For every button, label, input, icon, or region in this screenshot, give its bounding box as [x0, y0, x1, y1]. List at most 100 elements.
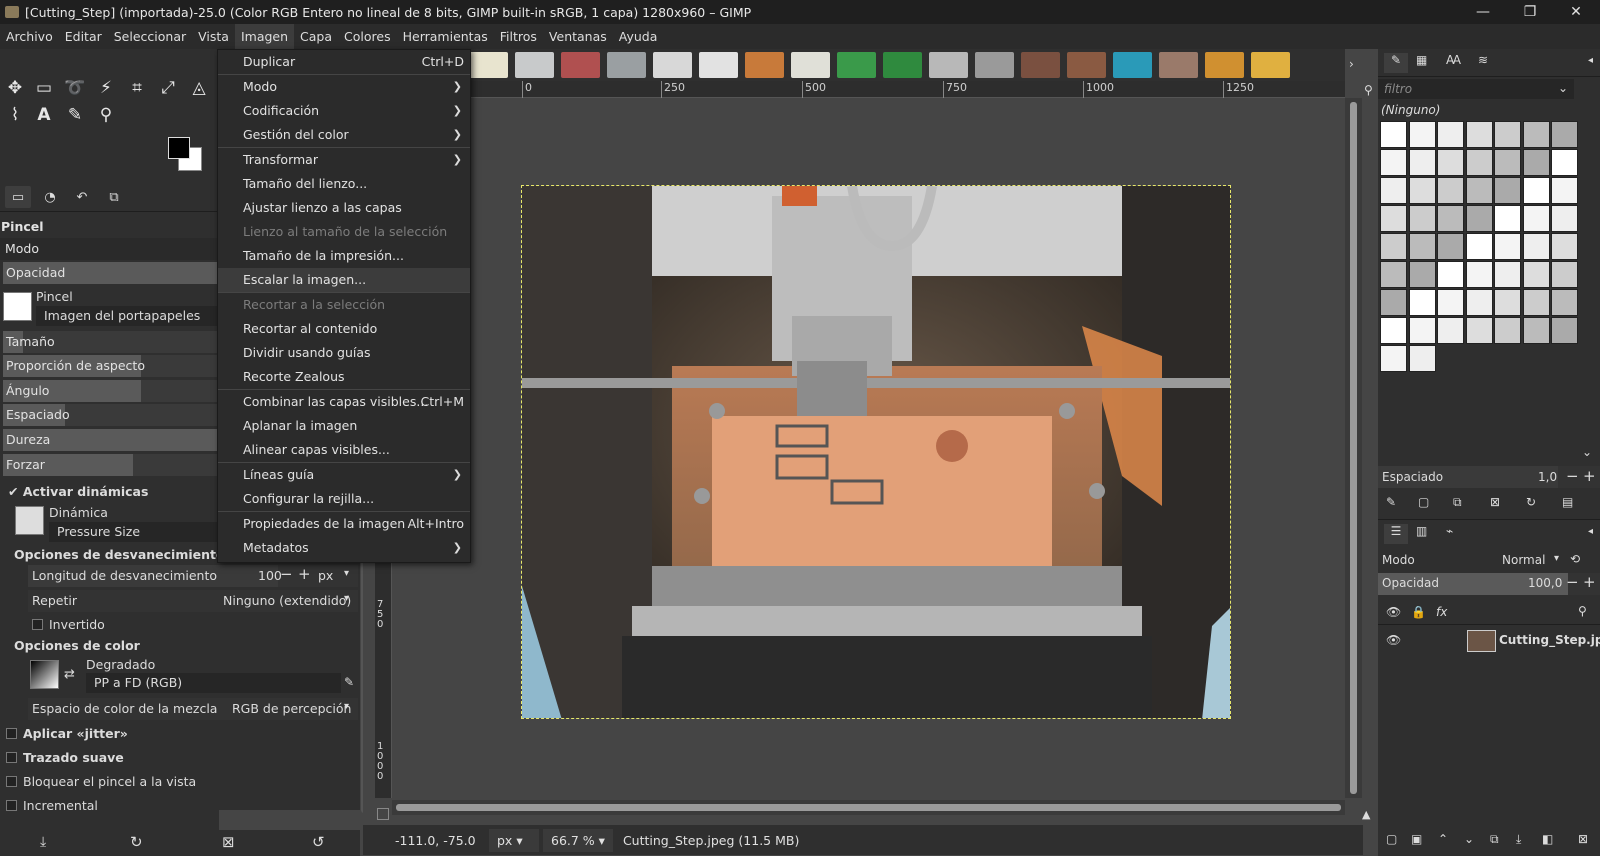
fade-unit-select[interactable]: px — [318, 568, 333, 583]
menu-recortar-contenido[interactable]: Recortar al contenido — [218, 317, 470, 341]
spacing-decrement[interactable]: − — [1566, 467, 1579, 485]
image-thumbnail[interactable] — [745, 52, 784, 78]
brush-preview[interactable] — [3, 292, 32, 321]
restore-options-icon[interactable]: ↻ — [130, 833, 143, 851]
brush-cell[interactable] — [1437, 121, 1464, 148]
image-thumbnail[interactable] — [515, 52, 554, 78]
menu-metadatos[interactable]: Metadatos ❯ — [218, 536, 470, 560]
brush-cell[interactable] — [1551, 149, 1578, 176]
brush-cell[interactable] — [1408, 289, 1436, 316]
brush-cell[interactable] — [1522, 121, 1550, 148]
repeat-row[interactable]: Repetir Ninguno (extendido) ▾ — [28, 590, 358, 612]
brush-cell[interactable] — [1408, 121, 1436, 148]
horizontal-scrollbar[interactable] — [392, 800, 1345, 815]
duplicate-layer-icon[interactable]: ⧉ — [1490, 832, 1499, 847]
warp-transform-icon[interactable]: ◬ — [186, 75, 212, 101]
gradient-name-field[interactable]: PP a FD (RGB) — [86, 673, 341, 693]
layer-name[interactable]: Cutting_Step.jpe — [1499, 633, 1600, 647]
image-thumbnail[interactable] — [1067, 52, 1106, 78]
tool-options-tab-icon[interactable]: ▭ — [5, 186, 31, 208]
brush-cell[interactable] — [1494, 205, 1521, 232]
images-tab-icon[interactable]: ⧉ — [101, 186, 127, 208]
color-picker-icon[interactable]: ✎ — [62, 102, 88, 128]
brush-filter-field[interactable]: filtro ⌄ — [1378, 79, 1574, 99]
brush-cell[interactable] — [1494, 121, 1521, 148]
brush-grid[interactable] — [1380, 121, 1578, 372]
brush-cell[interactable] — [1380, 149, 1407, 176]
menu-codificacion[interactable]: Codificación ❯ — [218, 99, 470, 123]
brush-cell[interactable] — [1494, 149, 1521, 176]
brush-cell[interactable] — [1465, 289, 1493, 316]
brush-cell[interactable] — [1380, 261, 1407, 288]
dynamics-toggle[interactable]: ✔ Activar dinámicas — [8, 484, 148, 499]
image-thumbnail[interactable] — [653, 52, 692, 78]
layer-mode-switch-icon[interactable]: ⟲ — [1570, 552, 1580, 566]
brush-cell[interactable] — [1465, 205, 1493, 232]
image-thumbnail[interactable] — [975, 52, 1014, 78]
vertical-scrollbar[interactable] — [1345, 98, 1362, 798]
delete-layer-icon[interactable]: ⊠ — [1578, 832, 1588, 846]
navigate-icon[interactable]: ▲ — [1362, 808, 1370, 821]
brush-cell[interactable] — [1437, 289, 1464, 316]
menu-tamano-impresion[interactable]: Tamaño de la impresión... — [218, 244, 470, 268]
brush-cell[interactable] — [1437, 233, 1464, 260]
brush-cell[interactable] — [1380, 289, 1407, 316]
layers-tab-icon[interactable]: ☰ — [1384, 524, 1408, 544]
menu-lineas-guia[interactable]: Líneas guía ❯ — [218, 463, 470, 487]
menu-colores[interactable]: Colores — [338, 24, 397, 49]
brush-name-field[interactable]: Imagen del portapapeles — [36, 306, 219, 326]
image-thumbnail[interactable] — [1021, 52, 1060, 78]
close-window-button[interactable]: ✕ — [1553, 0, 1599, 24]
brush-cell[interactable] — [1465, 261, 1493, 288]
menu-dividir-guias[interactable]: Dividir usando guías — [218, 341, 470, 365]
paths-icon[interactable]: ⌇ — [2, 102, 28, 128]
menu-escalar-imagen[interactable]: Escalar la imagen... — [218, 268, 470, 292]
brush-cell[interactable] — [1380, 121, 1407, 148]
minimize-button[interactable]: — — [1460, 0, 1506, 24]
dynamics-preview-icon[interactable] — [15, 506, 44, 535]
brush-cell[interactable] — [1522, 205, 1550, 232]
menu-duplicar[interactable]: Duplicar Ctrl+D — [218, 50, 470, 74]
device-status-tab-icon[interactable]: ◔ — [37, 186, 63, 208]
brush-cell[interactable] — [1465, 233, 1493, 260]
brush-cell[interactable] — [1465, 317, 1493, 344]
fuzzy-select-icon[interactable]: ⚡ — [93, 75, 119, 101]
merge-layer-icon[interactable]: ⤓ — [1516, 832, 1521, 847]
brush-cell[interactable] — [1437, 317, 1464, 344]
mask-layer-icon[interactable]: ◧ — [1542, 832, 1553, 846]
fg-bg-colors[interactable] — [168, 137, 204, 173]
brush-cell[interactable] — [1437, 177, 1464, 204]
brush-cell[interactable] — [1437, 261, 1464, 288]
layer-search-icon[interactable]: ⚲ — [1578, 604, 1587, 618]
zoom-icon[interactable]: ⚲ — [93, 102, 119, 128]
fade-length-increment[interactable]: + — [298, 565, 311, 583]
brush-cell[interactable] — [1494, 317, 1521, 344]
menu-vista[interactable]: Vista — [192, 24, 235, 49]
layers-dock-menu-icon[interactable]: ◂ — [1588, 526, 1593, 537]
menu-filtros[interactable]: Filtros — [494, 24, 543, 49]
menu-configurar-rejilla[interactable]: Configurar la rejilla... — [218, 487, 470, 511]
reset-options-icon[interactable]: ↺ — [312, 833, 325, 851]
brush-cell[interactable] — [1551, 317, 1578, 344]
menu-capa[interactable]: Capa — [294, 24, 338, 49]
brush-cell[interactable] — [1551, 177, 1578, 204]
image-thumbnail[interactable] — [791, 52, 830, 78]
gradient-edit-icon[interactable]: ✎ — [344, 675, 354, 689]
menu-alinear-capas[interactable]: Alinear capas visibles... — [218, 438, 470, 462]
refresh-brushes-icon[interactable]: ↻ — [1526, 495, 1536, 509]
brush-cell[interactable] — [1380, 233, 1407, 260]
brush-cell[interactable] — [1380, 177, 1407, 204]
dynamics-name-field[interactable]: Pressure Size — [49, 522, 219, 542]
new-layer-group-icon[interactable]: ▣ — [1411, 832, 1422, 846]
image-thumbnail[interactable] — [1251, 52, 1290, 78]
mode-label[interactable]: Modo — [0, 238, 219, 260]
brush-cell[interactable] — [1380, 345, 1407, 372]
duplicate-brush-icon[interactable]: ⧉ — [1453, 495, 1462, 510]
smooth-checkbox[interactable]: Trazado suave — [6, 750, 124, 765]
layer-mode-row[interactable]: Modo Normal ▾ ⟲ — [1378, 550, 1600, 572]
lower-layer-icon[interactable]: ⌄ — [1464, 832, 1474, 846]
menu-recorte-zealous[interactable]: Recorte Zealous — [218, 365, 470, 389]
image-thumbnail[interactable] — [929, 52, 968, 78]
menu-seleccionar[interactable]: Seleccionar — [108, 24, 192, 49]
layer-row[interactable]: 👁 Cutting_Step.jpe — [1378, 627, 1600, 655]
